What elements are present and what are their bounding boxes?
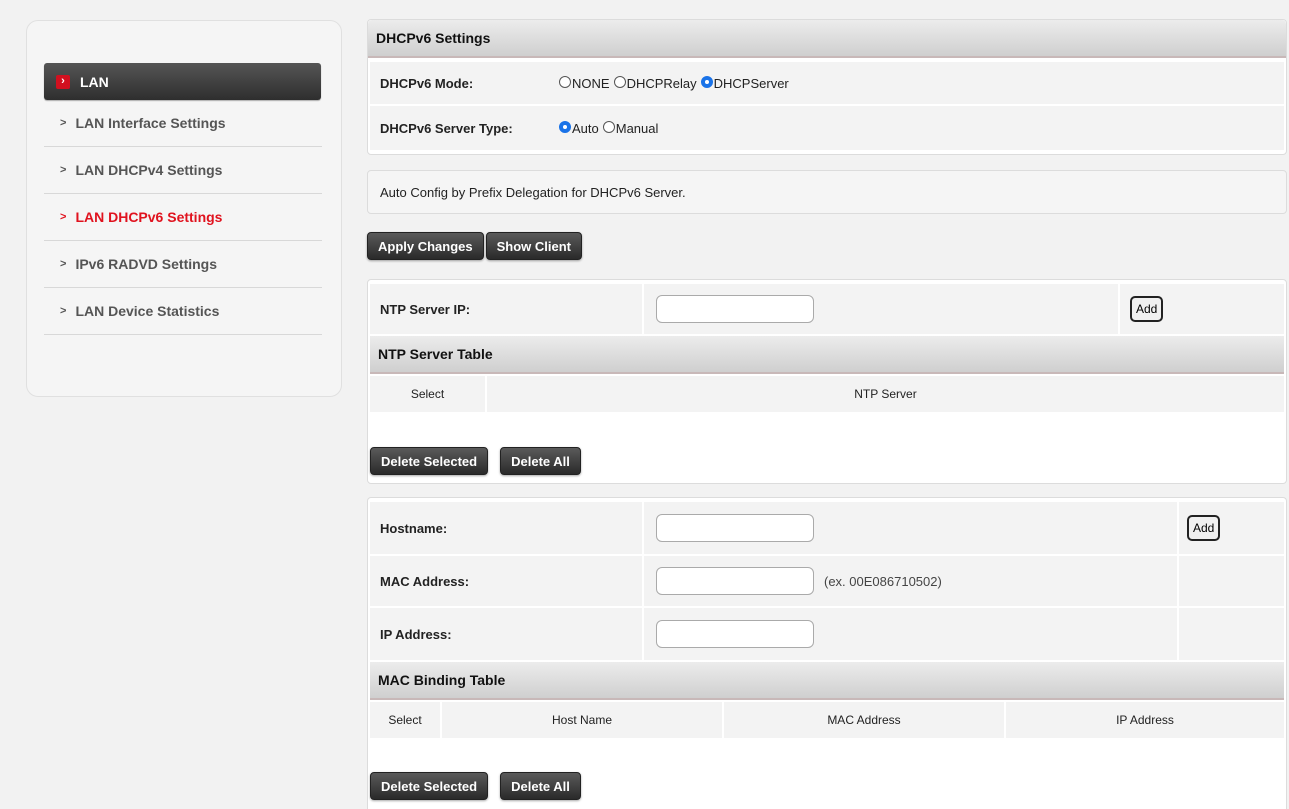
dhcpv6-mode-options: NONE DHCPRelay DHCPServer: [551, 62, 1284, 104]
chevron-right-icon: >: [60, 211, 67, 223]
sidebar-item-label: LAN DHCPv4 Settings: [75, 162, 223, 178]
mac-binding-panel: Hostname: Add MAC Address: (ex. 00E08671…: [367, 497, 1287, 809]
ntp-add-cell: Add: [1120, 284, 1284, 334]
ntp-delete-buttons: Delete Selected Delete All: [370, 447, 581, 475]
action-buttons: Apply Changes Show Client: [367, 232, 583, 260]
radio-mode-dhcpserver-label[interactable]: DHCPServer: [714, 76, 789, 91]
show-client-button[interactable]: Show Client: [485, 232, 583, 260]
mac-binding-table-header: Select Host Name MAC Address IP Address: [370, 702, 1284, 738]
binding-column-host-name: Host Name: [442, 702, 722, 738]
sidebar-item-ipv6-radvd-settings[interactable]: > IPv6 RADVD Settings: [44, 241, 322, 288]
hostname-input[interactable]: [656, 514, 814, 542]
chevron-right-icon: >: [60, 117, 67, 129]
info-panel: Auto Config by Prefix Delegation for DHC…: [367, 170, 1287, 214]
sidebar-header-label: LAN: [80, 73, 109, 90]
ntp-delete-selected-button[interactable]: Delete Selected: [370, 447, 489, 475]
dhcpv6-server-type-label: DHCPv6 Server Type:: [370, 106, 551, 150]
sidebar-item-lan-interface-settings[interactable]: > LAN Interface Settings: [44, 100, 322, 147]
mac-address-label: MAC Address:: [370, 556, 642, 606]
chevron-right-icon: >: [60, 164, 67, 176]
binding-delete-buttons: Delete Selected Delete All: [370, 772, 581, 800]
ntp-server-ip-label: NTP Server IP:: [370, 284, 642, 334]
sidebar-item-lan-dhcpv4-settings[interactable]: > LAN DHCPv4 Settings: [44, 147, 322, 194]
sidebar-item-label: LAN Device Statistics: [75, 303, 220, 319]
ntp-server-ip-cell: [644, 284, 1118, 334]
ip-address-row: IP Address:: [370, 608, 1284, 660]
ntp-panel: NTP Server IP: Add NTP Server Table Sele…: [367, 279, 1287, 484]
ntp-add-button[interactable]: Add: [1130, 296, 1164, 322]
radio-server-type-manual[interactable]: [602, 121, 615, 133]
section-title-mac-binding-table: MAC Binding Table: [370, 662, 1284, 700]
ip-address-empty-cell: [1179, 608, 1284, 660]
mac-address-empty-cell: [1179, 556, 1284, 606]
ntp-table-header: Select NTP Server: [370, 376, 1284, 412]
radio-mode-dhcpserver[interactable]: [700, 76, 713, 88]
ntp-column-ntp-server: NTP Server: [487, 376, 1284, 412]
binding-column-mac-address: MAC Address: [724, 702, 1004, 738]
sidebar-item-label: LAN Interface Settings: [75, 115, 226, 131]
mac-address-cell: (ex. 00E086710502): [644, 556, 1177, 606]
radio-server-type-auto[interactable]: [559, 121, 571, 133]
sidebar-header-lan[interactable]: › LAN: [44, 63, 321, 100]
ip-address-input[interactable]: [656, 620, 814, 648]
section-title-dhcpv6-settings: DHCPv6 Settings: [368, 20, 1286, 58]
radio-mode-dhcprelay-label[interactable]: DHCPRelay: [627, 76, 697, 91]
chevron-right-icon: ›: [56, 74, 70, 89]
dhcpv6-mode-row: DHCPv6 Mode: NONE DHCPRelay DHCPServer: [370, 62, 1284, 104]
binding-add-button[interactable]: Add: [1187, 515, 1221, 541]
sidebar: › LAN > LAN Interface Settings > LAN DHC…: [26, 20, 342, 397]
ntp-delete-all-button[interactable]: Delete All: [500, 447, 581, 475]
binding-delete-selected-button[interactable]: Delete Selected: [370, 772, 489, 800]
apply-changes-button[interactable]: Apply Changes: [367, 232, 484, 260]
radio-server-type-auto-label[interactable]: Auto: [572, 121, 599, 136]
section-title-ntp-server-table: NTP Server Table: [370, 336, 1284, 374]
mac-address-input[interactable]: [656, 567, 814, 595]
dhcpv6-server-type-row: DHCPv6 Server Type: Auto Manual: [370, 106, 1284, 150]
dhcpv6-mode-label: DHCPv6 Mode:: [370, 62, 551, 104]
dhcpv6-server-type-options: Auto Manual: [551, 106, 1284, 150]
hostname-cell: [644, 502, 1177, 554]
radio-mode-dhcprelay[interactable]: [613, 76, 626, 88]
sidebar-item-label: LAN DHCPv6 Settings: [75, 209, 223, 225]
ip-address-label: IP Address:: [370, 608, 642, 660]
ip-address-cell: [644, 608, 1177, 660]
dhcpv6-settings-panel: DHCPv6 Settings DHCPv6 Mode: NONE DHCPRe…: [367, 19, 1287, 155]
chevron-right-icon: >: [60, 258, 67, 270]
hostname-add-cell: Add: [1179, 502, 1284, 554]
sidebar-item-label: IPv6 RADVD Settings: [75, 256, 218, 272]
binding-column-select: Select: [370, 702, 440, 738]
radio-server-type-manual-label[interactable]: Manual: [616, 121, 659, 136]
sidebar-list: > LAN Interface Settings > LAN DHCPv4 Se…: [44, 100, 322, 335]
sidebar-item-lan-device-statistics[interactable]: > LAN Device Statistics: [44, 288, 322, 335]
ntp-server-ip-row: NTP Server IP: Add: [370, 284, 1284, 334]
info-text: Auto Config by Prefix Delegation for DHC…: [380, 184, 686, 200]
binding-delete-all-button[interactable]: Delete All: [500, 772, 581, 800]
radio-mode-none[interactable]: [559, 76, 571, 88]
sidebar-item-lan-dhcpv6-settings[interactable]: > LAN DHCPv6 Settings: [44, 194, 322, 241]
hostname-row: Hostname: Add: [370, 502, 1284, 554]
binding-column-ip-address: IP Address: [1006, 702, 1284, 738]
ntp-server-ip-input[interactable]: [656, 295, 814, 323]
radio-mode-none-label[interactable]: NONE: [572, 76, 610, 91]
mac-address-row: MAC Address: (ex. 00E086710502): [370, 556, 1284, 606]
mac-address-hint: (ex. 00E086710502): [824, 573, 942, 589]
hostname-label: Hostname:: [370, 502, 642, 554]
ntp-column-select: Select: [370, 376, 485, 412]
chevron-right-icon: >: [60, 305, 67, 317]
